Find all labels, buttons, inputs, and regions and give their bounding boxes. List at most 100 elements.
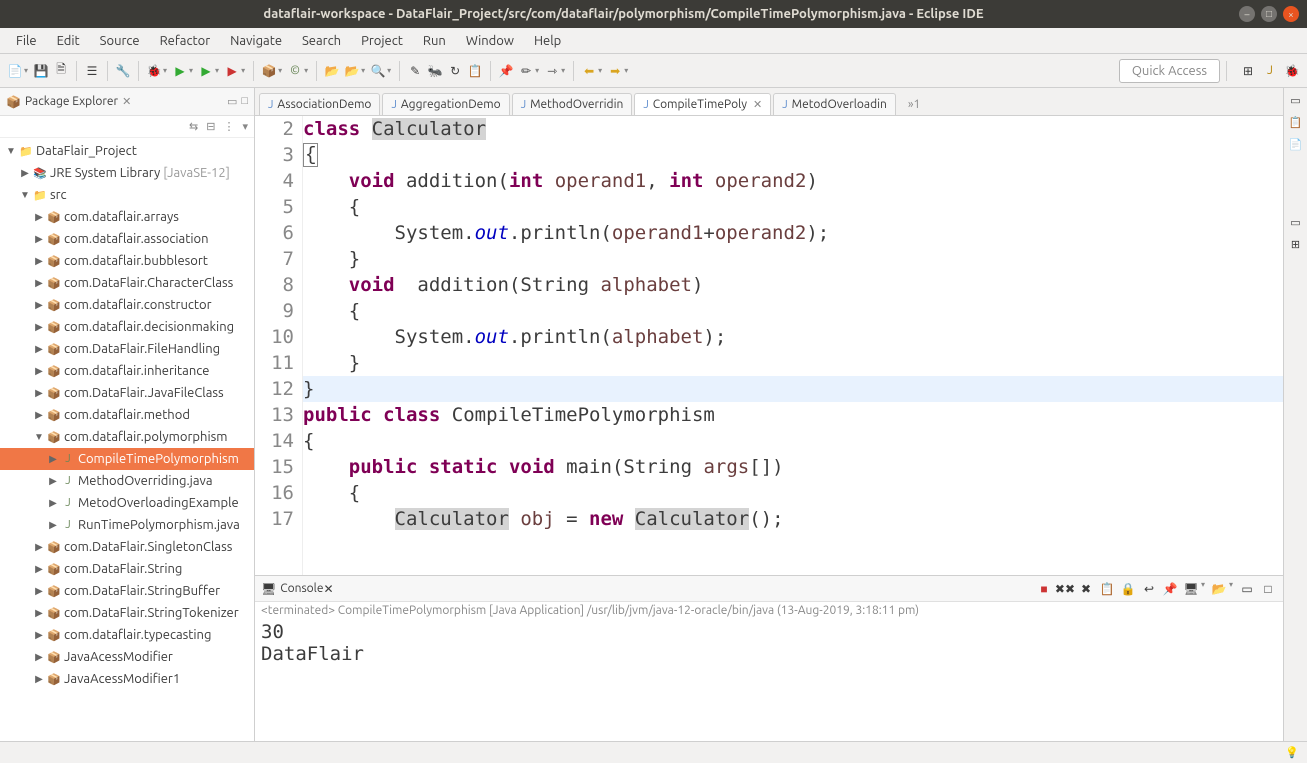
ant-icon[interactable]: 🐜 bbox=[426, 62, 444, 80]
link-editor-icon[interactable]: ⊟ bbox=[206, 120, 215, 133]
menu-run[interactable]: Run bbox=[413, 30, 456, 52]
terminate-icon[interactable]: ■ bbox=[1035, 580, 1053, 598]
file-methodoverriding[interactable]: ▶J MethodOverriding.java bbox=[0, 470, 254, 492]
package-node[interactable]: ▶📦com.dataflair.method bbox=[0, 404, 254, 426]
tab-metodoverloadin[interactable]: JMetodOverloadin bbox=[773, 93, 896, 115]
outline2-icon[interactable]: ⊞ bbox=[1288, 236, 1304, 252]
code-area[interactable]: class Calculator { void addition(int ope… bbox=[303, 116, 1283, 575]
file-compiletimepolymorphism[interactable]: ▶J CompileTimePolymorphism bbox=[0, 448, 254, 470]
open-type-icon[interactable]: 📂 bbox=[323, 62, 341, 80]
task-icon[interactable]: 📋 bbox=[466, 62, 484, 80]
minimize-button[interactable]: – bbox=[1239, 6, 1255, 22]
save-icon[interactable]: 💾 bbox=[32, 62, 50, 80]
package-node[interactable]: ▶📦com.DataFlair.StringTokenizer bbox=[0, 602, 254, 624]
close-button[interactable]: × bbox=[1283, 6, 1299, 22]
tabs-overflow[interactable]: »1 bbox=[902, 94, 926, 115]
remove-all-icon[interactable]: ✖✖ bbox=[1056, 580, 1074, 598]
switch-icon[interactable]: ☰ bbox=[83, 62, 101, 80]
jre-node[interactable]: ▶📚 JRE System Library [JavaSE-12] bbox=[0, 162, 254, 184]
save-all-icon[interactable]: 🗎 bbox=[52, 62, 70, 80]
code-editor[interactable]: 234567891011121314151617 class Calculato… bbox=[255, 116, 1283, 575]
package-node[interactable]: ▶📦com.dataflair.association bbox=[0, 228, 254, 250]
package-node[interactable]: ▶📦com.dataflair.inheritance bbox=[0, 360, 254, 382]
debug-icon[interactable]: 🐞 bbox=[145, 62, 163, 80]
menu-help[interactable]: Help bbox=[524, 30, 571, 52]
file-metodoverloading[interactable]: ▶J MetodOverloadingExample bbox=[0, 492, 254, 514]
new-icon[interactable]: 📄 bbox=[6, 62, 24, 80]
console-close-icon[interactable]: ✕ bbox=[323, 582, 333, 596]
open-type-h-icon[interactable]: 📂 bbox=[343, 62, 361, 80]
menu-window[interactable]: Window bbox=[456, 30, 524, 52]
package-node[interactable]: ▶📦com.dataflair.decisionmaking bbox=[0, 316, 254, 338]
refresh-icon[interactable]: ↻ bbox=[446, 62, 464, 80]
build-icon[interactable]: 🔧 bbox=[114, 62, 132, 80]
remove-icon[interactable]: ✖ bbox=[1077, 580, 1095, 598]
menu-search[interactable]: Search bbox=[292, 30, 351, 52]
nav-icon[interactable]: ⇾ bbox=[543, 62, 561, 80]
display-console-icon[interactable]: 🖥 bbox=[1182, 580, 1200, 598]
package-node[interactable]: ▶📦com.DataFlair.JavaFileClass bbox=[0, 382, 254, 404]
forward-icon[interactable]: ➡ bbox=[606, 62, 624, 80]
menu-file[interactable]: File bbox=[6, 30, 47, 52]
package-polymorphism[interactable]: ▼📦 com.dataflair.polymorphism bbox=[0, 426, 254, 448]
package-node[interactable]: ▶📦com.dataflair.bubblesort bbox=[0, 250, 254, 272]
quick-access[interactable]: Quick Access bbox=[1119, 59, 1220, 83]
clear-icon[interactable]: 📋 bbox=[1098, 580, 1116, 598]
back-icon[interactable]: ⬅ bbox=[580, 62, 598, 80]
package-node[interactable]: ▶📦com.DataFlair.FileHandling bbox=[0, 338, 254, 360]
status-tip-icon[interactable]: 💡 bbox=[1285, 746, 1299, 759]
new-package-icon[interactable]: 📦 bbox=[260, 62, 278, 80]
restore2-icon[interactable]: ▭ bbox=[1288, 214, 1304, 230]
restore-icon[interactable]: ▭ bbox=[1288, 92, 1304, 108]
tab-close-icon[interactable]: ✕ bbox=[753, 98, 762, 111]
menu-refactor[interactable]: Refactor bbox=[150, 30, 221, 52]
external-tools-icon[interactable]: ▶ bbox=[223, 62, 241, 80]
coverage-icon[interactable]: ▶ bbox=[197, 62, 215, 80]
menu-project[interactable]: Project bbox=[351, 30, 413, 52]
new-class-icon[interactable]: © bbox=[286, 62, 304, 80]
filter-icon[interactable]: ⋮ bbox=[223, 120, 234, 133]
edit-icon[interactable]: ✏ bbox=[517, 62, 535, 80]
src-node[interactable]: ▼📁 src bbox=[0, 184, 254, 206]
tab-associationdemo[interactable]: JAssociationDemo bbox=[259, 93, 380, 115]
console-output[interactable]: 30 DataFlair bbox=[255, 619, 1283, 741]
run-icon[interactable]: ▶ bbox=[171, 62, 189, 80]
wand-icon[interactable]: ✎ bbox=[406, 62, 424, 80]
view-menu-icon[interactable]: ▾ bbox=[242, 120, 248, 133]
word-wrap-icon[interactable]: ↩ bbox=[1140, 580, 1158, 598]
open-perspective-icon[interactable]: ⊞ bbox=[1239, 62, 1257, 80]
package-node[interactable]: ▶📦com.dataflair.typecasting bbox=[0, 624, 254, 646]
menu-edit[interactable]: Edit bbox=[47, 30, 90, 52]
tab-aggregationdemo[interactable]: JAggregationDemo bbox=[382, 93, 509, 115]
scroll-lock-icon[interactable]: 🔒 bbox=[1119, 580, 1137, 598]
debug-perspective-icon[interactable]: 🐞 bbox=[1283, 62, 1301, 80]
collapse-all-icon[interactable]: ⇆ bbox=[189, 120, 198, 133]
package-node[interactable]: ▶📦JavaAcessModifier1 bbox=[0, 668, 254, 690]
project-node[interactable]: ▼📁 DataFlair_Project bbox=[0, 140, 254, 162]
tab-compiletimepoly[interactable]: JCompileTimePoly✕ bbox=[634, 93, 771, 115]
package-node[interactable]: ▶📦JavaAcessModifier bbox=[0, 646, 254, 668]
java-perspective-icon[interactable]: J bbox=[1261, 62, 1279, 80]
pin-console-icon[interactable]: 📌 bbox=[1161, 580, 1179, 598]
package-node[interactable]: ▶📦com.DataFlair.StringBuffer bbox=[0, 580, 254, 602]
menu-source[interactable]: Source bbox=[90, 30, 150, 52]
menu-navigate[interactable]: Navigate bbox=[220, 30, 292, 52]
tasks-icon[interactable]: 📄 bbox=[1288, 136, 1304, 152]
console-minimize-icon[interactable]: ▭ bbox=[1238, 580, 1256, 598]
open-console-icon[interactable]: 📂 bbox=[1210, 580, 1228, 598]
package-node[interactable]: ▶📦com.dataflair.constructor bbox=[0, 294, 254, 316]
package-node[interactable]: ▶📦com.DataFlair.String bbox=[0, 558, 254, 580]
package-node[interactable]: ▶📦com.dataflair.arrays bbox=[0, 206, 254, 228]
search-icon[interactable]: 🔍 bbox=[369, 62, 387, 80]
package-explorer-close-icon[interactable]: ✕ bbox=[122, 95, 131, 108]
package-node[interactable]: ▶📦com.DataFlair.CharacterClass bbox=[0, 272, 254, 294]
console-maximize-icon[interactable]: □ bbox=[1259, 580, 1277, 598]
maximize-button[interactable]: □ bbox=[1261, 6, 1277, 22]
file-runtimepolymorphism[interactable]: ▶J RunTimePolymorphism.java bbox=[0, 514, 254, 536]
panel-maximize-icon[interactable]: □ bbox=[241, 95, 248, 108]
outline-icon[interactable]: 📋 bbox=[1288, 114, 1304, 130]
pin-icon[interactable]: 📌 bbox=[497, 62, 515, 80]
panel-minimize-icon[interactable]: ▭ bbox=[227, 95, 237, 108]
tab-methodoverridin[interactable]: JMethodOverridin bbox=[512, 93, 633, 115]
package-node[interactable]: ▶📦com.DataFlair.SingletonClass bbox=[0, 536, 254, 558]
